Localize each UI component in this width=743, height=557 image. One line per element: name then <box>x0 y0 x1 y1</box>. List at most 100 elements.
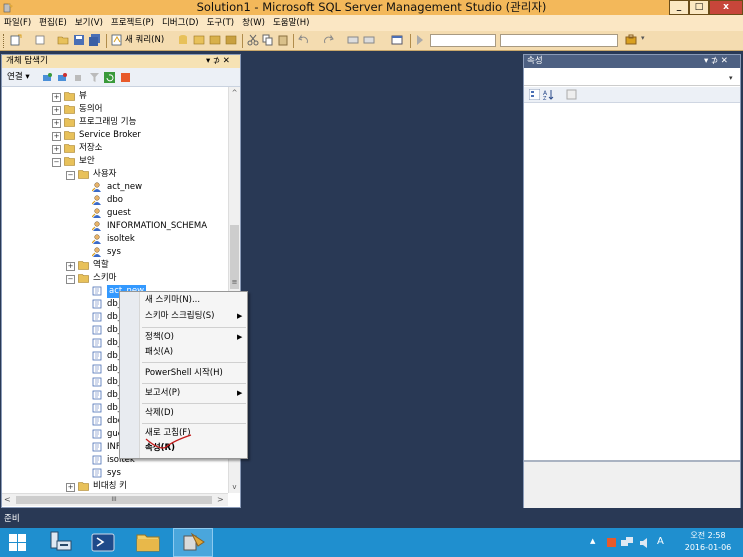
expand-icon[interactable]: + <box>66 262 75 271</box>
navigate-forward-icon[interactable] <box>363 34 375 46</box>
clock[interactable]: 오전 2:58 2016-01-06 <box>678 530 738 554</box>
undo-icon[interactable] <box>298 34 310 46</box>
tree-folder-node[interactable]: + 동의어 <box>2 103 228 116</box>
scroll-left-button[interactable]: < <box>4 494 14 506</box>
save-icon[interactable] <box>73 34 85 46</box>
horizontal-scroll-thumb[interactable]: III <box>16 496 212 504</box>
menu-project[interactable]: 프로젝트(P) <box>107 15 158 31</box>
close-button[interactable]: x <box>709 0 743 15</box>
properties-window-controls[interactable]: ▾ ⊅ ✕ <box>704 55 728 68</box>
scroll-right-button[interactable]: > <box>217 494 227 506</box>
redo-icon[interactable] <box>322 34 334 46</box>
network-icon[interactable] <box>621 537 633 548</box>
windows-start-icon[interactable] <box>9 534 26 551</box>
tree-folder-node[interactable]: + 뷰 <box>2 90 228 103</box>
tree-folder-node[interactable]: + 프로그래밍 기능 <box>2 116 228 129</box>
tree-schema-node[interactable]: sys <box>2 467 228 480</box>
alphabetical-icon[interactable]: AZ <box>543 89 554 100</box>
menu-tools[interactable]: 도구(T) <box>203 15 238 31</box>
new-query-icon[interactable] <box>111 34 123 46</box>
tree-user-node[interactable]: act_new <box>2 181 228 194</box>
menu-help[interactable]: 도움말(H) <box>269 15 313 31</box>
expand-icon[interactable]: + <box>66 483 75 492</box>
menu-edit[interactable]: 편집(E) <box>35 15 71 31</box>
menu-new-schema[interactable]: 새 스키마(N)... <box>145 294 200 306</box>
tree-user-node[interactable]: INFORMATION_SCHEMA <box>2 220 228 233</box>
cut-icon[interactable] <box>247 34 259 46</box>
file-explorer-icon[interactable] <box>129 529 167 556</box>
properties-object-combo[interactable]: ▾ <box>524 70 740 86</box>
tray-security-icon[interactable] <box>606 537 617 548</box>
maximize-button[interactable]: □ <box>689 0 709 15</box>
disconnect-icon[interactable] <box>57 72 68 83</box>
menu-file[interactable]: 파일(F) <box>0 15 35 31</box>
tree-folder-node[interactable]: − 보안 <box>2 155 228 168</box>
play-icon[interactable] <box>417 35 423 45</box>
db-query-icon[interactable] <box>177 34 189 46</box>
open-folder-icon[interactable] <box>57 34 69 46</box>
tray-expand-icon[interactable]: ▲ <box>590 537 600 547</box>
window-layout-icon[interactable] <box>391 34 403 46</box>
tree-folder-node[interactable]: − 사용자 <box>2 168 228 181</box>
solution-config-combo[interactable] <box>430 34 496 47</box>
activity-monitor-icon[interactable] <box>120 72 131 83</box>
minimize-button[interactable]: _ <box>669 0 689 15</box>
powershell-icon[interactable] <box>84 529 122 556</box>
expand-icon[interactable]: + <box>52 132 61 141</box>
panel-window-controls[interactable]: ▾ ⊅ ✕ <box>206 55 230 68</box>
analysis-query-icon[interactable] <box>193 34 205 46</box>
connect-button[interactable]: 연결 ▾ <box>7 71 30 84</box>
tree-user-node[interactable]: sys <box>2 246 228 259</box>
tree-user-node[interactable]: dbo <box>2 194 228 207</box>
collapse-icon[interactable]: − <box>66 171 75 180</box>
mdx-query-icon[interactable] <box>209 34 221 46</box>
server-manager-icon[interactable] <box>43 529 81 556</box>
new-project-icon[interactable] <box>10 34 22 46</box>
navigate-icon[interactable] <box>347 34 359 46</box>
expand-icon[interactable]: + <box>52 106 61 115</box>
tree-folder-node[interactable]: + 역할 <box>2 259 228 272</box>
menu-policies[interactable]: 정책(O) <box>145 331 174 343</box>
taskbar-ssms-active[interactable] <box>173 528 213 557</box>
collapse-icon[interactable]: − <box>52 158 61 167</box>
tree-user-node[interactable]: guest <box>2 207 228 220</box>
save-all-icon[interactable] <box>89 34 101 46</box>
copy-icon[interactable] <box>262 34 274 46</box>
refresh-icon[interactable] <box>104 72 115 83</box>
stop-icon[interactable] <box>73 72 83 83</box>
menu-debug[interactable]: 디버그(D) <box>158 15 203 31</box>
tree-user-node[interactable]: isoltek <box>2 233 228 246</box>
speaker-icon[interactable] <box>639 537 651 548</box>
expand-icon[interactable]: + <box>52 145 61 154</box>
menu-start-powershell[interactable]: PowerShell 시작(H) <box>145 367 223 379</box>
tree-horizontal-scrollbar[interactable]: < III > <box>2 493 228 506</box>
tree-folder-node[interactable]: + Service Broker <box>2 129 228 142</box>
filter-icon[interactable] <box>89 72 100 83</box>
toolbar-grip[interactable] <box>3 34 6 48</box>
menu-delete[interactable]: 삭제(D) <box>145 407 174 419</box>
ime-indicator[interactable]: A <box>657 535 664 549</box>
collapse-icon[interactable]: − <box>66 275 75 284</box>
document-workspace[interactable] <box>243 54 521 508</box>
tree-folder-node[interactable]: − 스키마 <box>2 272 228 285</box>
scroll-up-button[interactable]: ^ <box>229 87 240 99</box>
toolbox-icon[interactable] <box>625 34 637 46</box>
connect-icon[interactable] <box>42 72 53 83</box>
chevron-down-icon[interactable]: ▾ <box>729 71 733 85</box>
add-item-icon[interactable] <box>34 34 46 46</box>
menu-reports[interactable]: 보고서(P) <box>145 387 180 399</box>
xmla-query-icon[interactable] <box>225 34 237 46</box>
menu-script-schema[interactable]: 스키마 스크립팅(S) <box>145 310 214 322</box>
menu-facets[interactable]: 패싯(A) <box>145 346 173 358</box>
new-query-button[interactable]: 새 쿼리(N) <box>125 34 164 47</box>
paste-icon[interactable] <box>277 34 289 46</box>
menu-window[interactable]: 창(W) <box>238 15 269 31</box>
menu-view[interactable]: 보기(V) <box>71 15 107 31</box>
categorized-icon[interactable] <box>529 89 540 100</box>
expand-icon[interactable]: + <box>52 93 61 102</box>
toolbar-overflow-icon[interactable]: ▾ <box>641 35 645 47</box>
solution-platform-combo[interactable] <box>500 34 618 47</box>
tree-folder-node[interactable]: + 저장소 <box>2 142 228 155</box>
scroll-down-button[interactable]: v <box>229 481 240 493</box>
tree-folder-node[interactable]: + 비대칭 키 <box>2 480 228 493</box>
